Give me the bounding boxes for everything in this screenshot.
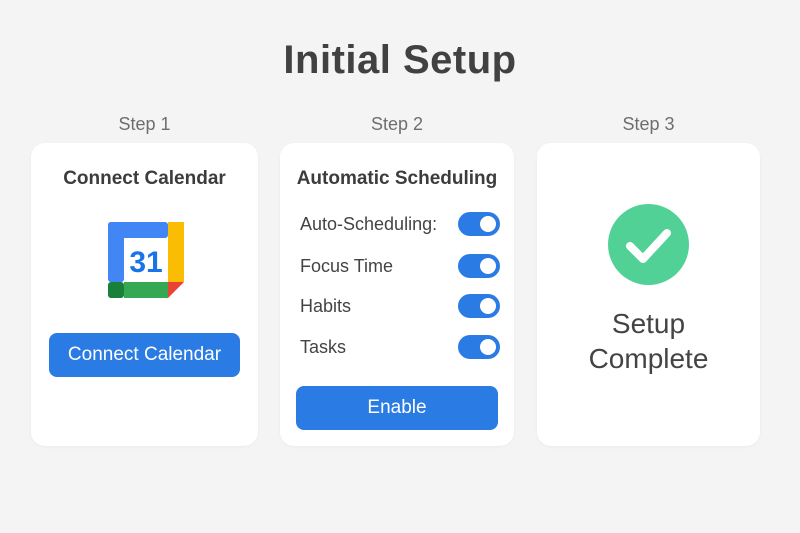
page-title: Initial Setup xyxy=(283,38,517,82)
connect-calendar-heading: Connect Calendar xyxy=(63,168,226,189)
checkmark-circle-icon xyxy=(608,204,689,285)
toggle-row-tasks: Tasks xyxy=(300,334,500,360)
setup-complete-text: Setup Complete xyxy=(537,306,760,376)
toggle-label: Tasks xyxy=(300,336,347,357)
connect-calendar-button[interactable]: Connect Calendar xyxy=(49,333,240,377)
toggle-label: Auto-Scheduling: xyxy=(300,213,438,234)
toggle-row-focus-time: Focus Time xyxy=(300,253,500,279)
setup-complete-card: Setup Complete xyxy=(537,143,760,446)
google-calendar-icon: 31 xyxy=(108,222,184,298)
toggle-row-habits: Habits xyxy=(300,293,500,319)
connect-calendar-card: Connect Calendar 31 Connect Calendar xyxy=(31,143,258,446)
toggle-row-auto-scheduling: Auto-Scheduling: xyxy=(300,211,500,237)
focus-time-toggle[interactable] xyxy=(458,254,500,278)
step-2-label: Step 2 xyxy=(370,114,424,134)
status-line-2: Complete xyxy=(588,343,709,374)
enable-button[interactable]: Enable xyxy=(296,386,498,430)
toggle-label: Habits xyxy=(300,295,352,316)
auto-scheduling-toggle[interactable] xyxy=(458,212,500,236)
status-line-1: Setup xyxy=(611,308,686,339)
automatic-scheduling-card: Automatic Scheduling Auto-Scheduling: Fo… xyxy=(280,143,514,446)
setup-page: Initial Setup Step 1 Step 2 Step 3 Conne… xyxy=(0,0,800,533)
step-3-label: Step 3 xyxy=(622,114,675,134)
calendar-date-text: 31 xyxy=(129,246,162,279)
step-1-label: Step 1 xyxy=(118,114,171,134)
tasks-toggle[interactable] xyxy=(458,335,500,359)
habits-toggle[interactable] xyxy=(458,294,500,318)
toggle-label: Focus Time xyxy=(300,255,394,276)
automatic-scheduling-heading: Automatic Scheduling xyxy=(296,168,498,189)
